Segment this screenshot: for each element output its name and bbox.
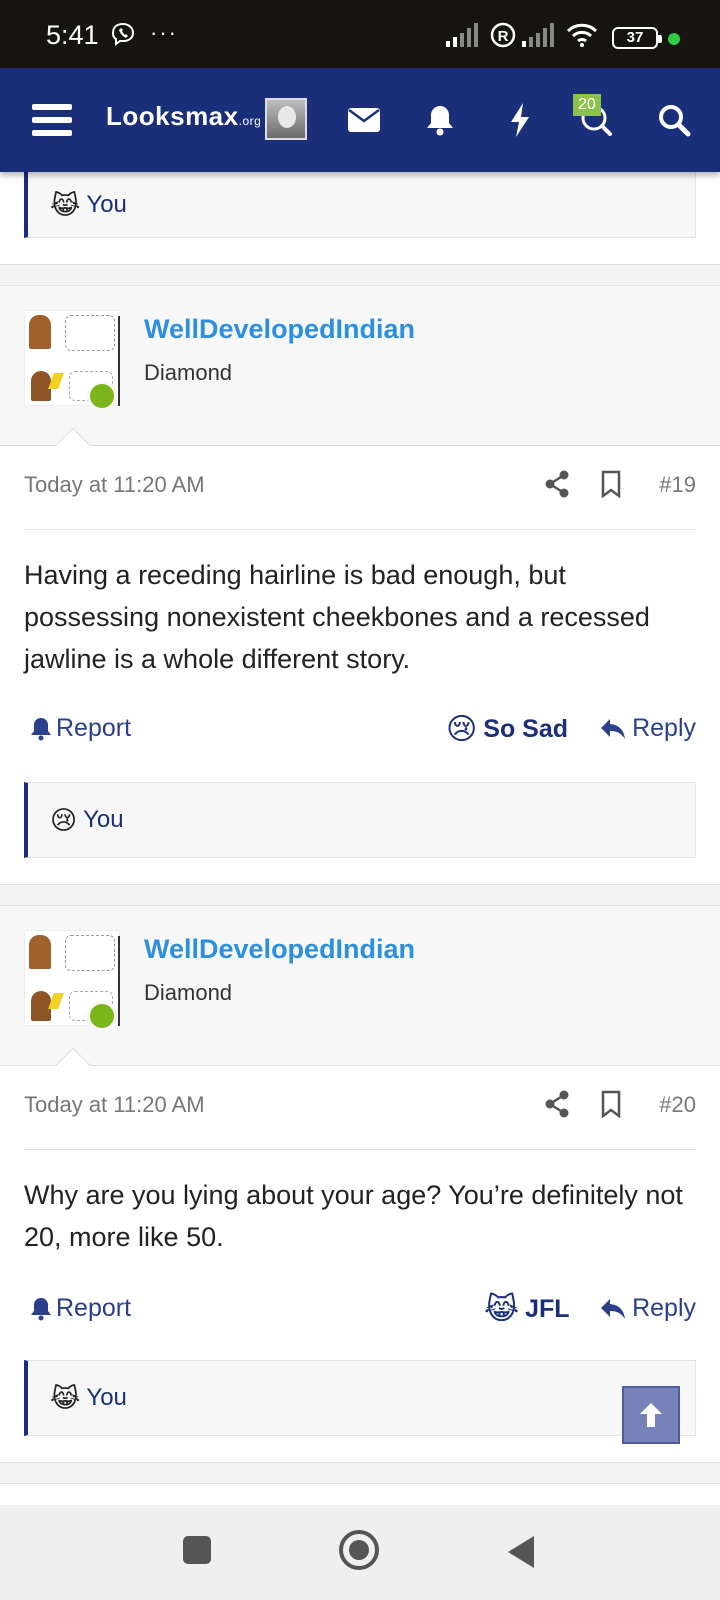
signal-2-icon <box>522 22 556 48</box>
post-meta: Today at 11:20 AM #19 <box>24 446 696 530</box>
post-separator <box>0 884 720 906</box>
post-date[interactable]: Today at 11:20 AM <box>24 472 205 498</box>
report-bell-icon <box>31 1297 51 1320</box>
reply-label: Reply <box>632 714 696 742</box>
app-header: Looksmax.org 20 <box>0 68 720 172</box>
reaction-button[interactable]: 😢 So Sad <box>446 712 568 747</box>
reply-button[interactable]: Reply <box>600 1294 696 1323</box>
reaction-user[interactable]: You <box>83 806 124 834</box>
post-body: Why are you lying about your age? You’re… <box>24 1180 683 1252</box>
share-icon[interactable] <box>544 1090 570 1123</box>
user-title: Diamond <box>144 980 233 1005</box>
post-date[interactable]: Today at 11:20 AM <box>24 1092 205 1118</box>
post-body: Having a receding hairline is bad enough… <box>24 560 650 674</box>
reaction-user[interactable]: You <box>86 191 127 219</box>
reply-label: Reply <box>632 1294 696 1322</box>
post-number[interactable]: #19 <box>659 472 696 498</box>
recent-apps-icon[interactable] <box>182 1535 212 1570</box>
user-title: Diamond <box>144 360 233 385</box>
post-number[interactable]: #20 <box>659 1092 696 1118</box>
bookmark-icon[interactable] <box>600 470 622 503</box>
menu-icon[interactable] <box>30 98 74 142</box>
reaction-label: So Sad <box>483 715 569 743</box>
reaction-button[interactable]: 😹 JFL <box>484 1292 570 1327</box>
pointer-arrow <box>52 426 92 446</box>
scroll-to-top-button[interactable] <box>622 1386 680 1444</box>
search-icon[interactable] <box>656 98 692 142</box>
post-user-header: WellDevelopedIndian Diamond <box>0 906 720 1066</box>
site-logo[interactable]: Looksmax.org <box>106 101 261 132</box>
post-actions: Report 😢 So Sad Reply <box>24 710 696 750</box>
reaction-emoji-icon: 😢 <box>50 804 78 835</box>
brand-suffix: .org <box>238 114 262 128</box>
back-icon[interactable] <box>506 1535 536 1574</box>
post-actions: Report 😹 JFL Reply <box>24 1290 696 1330</box>
avatar-divider <box>118 936 120 1026</box>
signal-icon <box>446 22 480 48</box>
report-button[interactable]: Report <box>30 714 131 743</box>
reaction-summary[interactable]: 😹 You <box>24 1360 696 1436</box>
post-separator <box>0 1462 720 1484</box>
lightning-icon[interactable] <box>506 98 534 142</box>
sad-face-icon: 😢 <box>446 713 478 746</box>
reply-button[interactable]: Reply <box>600 714 696 743</box>
svg-text:R: R <box>498 28 509 45</box>
viber-icon <box>110 22 136 48</box>
reaction-user[interactable]: You <box>86 1384 127 1412</box>
username-link[interactable]: WellDevelopedIndian <box>144 934 415 965</box>
brand-name: Looksmax <box>106 101 239 131</box>
wifi-icon <box>566 22 598 48</box>
reply-arrow-icon <box>601 1298 626 1319</box>
online-indicator <box>87 381 117 411</box>
battery-icon: 37 <box>612 27 662 49</box>
post-meta: Today at 11:20 AM #20 <box>24 1066 696 1150</box>
home-icon[interactable] <box>338 1529 380 1576</box>
reaction-emoji-icon: 😹 <box>50 1382 81 1413</box>
reaction-emoji-icon: 😹 <box>50 189 81 220</box>
pointer-arrow <box>52 1046 92 1066</box>
more-notifications-icon: ··· <box>150 20 178 45</box>
user-avatar[interactable] <box>265 98 307 140</box>
reaction-label: JFL <box>525 1295 570 1323</box>
reply-arrow-icon <box>601 718 626 739</box>
report-label: Report <box>56 714 132 742</box>
online-indicator <box>87 1001 117 1031</box>
bell-icon[interactable] <box>424 98 456 142</box>
share-icon[interactable] <box>544 470 570 503</box>
post-separator <box>0 264 720 286</box>
report-label: Report <box>56 1294 132 1322</box>
status-bar: 5:41 ··· R 37 <box>0 0 720 68</box>
bookmark-icon[interactable] <box>600 1090 622 1123</box>
avatar-divider <box>118 316 120 406</box>
report-bell-icon <box>31 717 51 740</box>
system-nav-bar <box>0 1505 720 1600</box>
report-button[interactable]: Report <box>30 1294 131 1323</box>
arrow-up-icon <box>640 1403 662 1427</box>
roaming-icon: R <box>490 22 516 48</box>
reaction-summary[interactable]: 😢 You <box>24 782 696 858</box>
username-link[interactable]: WellDevelopedIndian <box>144 314 415 345</box>
notification-badge: 20 <box>573 94 601 116</box>
inbox-icon[interactable] <box>346 98 382 142</box>
laughing-crying-icon: 😹 <box>484 1293 520 1326</box>
status-time: 5:41 <box>46 20 99 50</box>
post-user-header: WellDevelopedIndian Diamond <box>0 286 720 446</box>
active-dot <box>668 33 680 45</box>
